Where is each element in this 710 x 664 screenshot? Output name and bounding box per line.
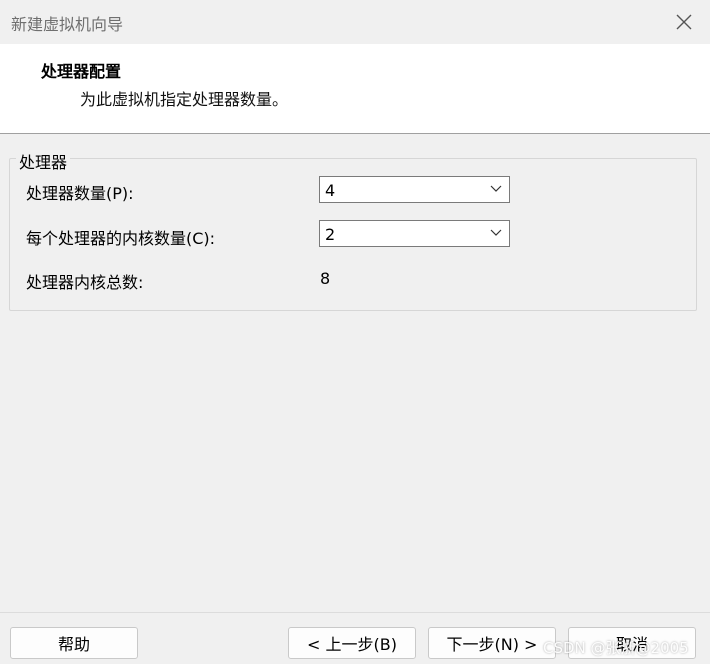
next-button[interactable]: 下一步(N) > [428,627,556,659]
cores-per-processor-label: 每个处理器的内核数量(C): [26,229,216,248]
page-title: 处理器配置 [41,62,122,81]
wizard-header: 处理器配置 为此虚拟机指定处理器数量。 [0,44,710,134]
group-legend: 处理器 [16,149,71,173]
total-cores-label: 处理器内核总数: [26,273,144,292]
cores-per-processor-select[interactable]: 2 [319,220,510,247]
title-bar: 新建虚拟机向导 [0,0,710,44]
processor-count-label: 处理器数量(P): [26,184,134,203]
close-button[interactable] [664,4,704,40]
total-cores-value: 8 [320,269,331,288]
chevron-down-icon [490,229,502,236]
watermark: CSDN @张浙@2005 [543,639,689,657]
close-icon [676,14,692,30]
help-button[interactable]: 帮助 [10,627,138,659]
processor-group: 处理器 处理器数量(P): 4 每个处理器的内核数量(C): 2 处理器内核总数… [9,149,697,311]
footer-divider [0,612,710,613]
cores-per-processor-value: 2 [325,225,336,244]
processor-count-select[interactable]: 4 [319,176,510,203]
processor-count-value: 4 [325,181,336,200]
back-button[interactable]: < 上一步(B) [288,627,416,659]
window-title: 新建虚拟机向导 [11,15,124,34]
page-subtitle: 为此虚拟机指定处理器数量。 [80,90,289,109]
chevron-down-icon [490,185,502,192]
